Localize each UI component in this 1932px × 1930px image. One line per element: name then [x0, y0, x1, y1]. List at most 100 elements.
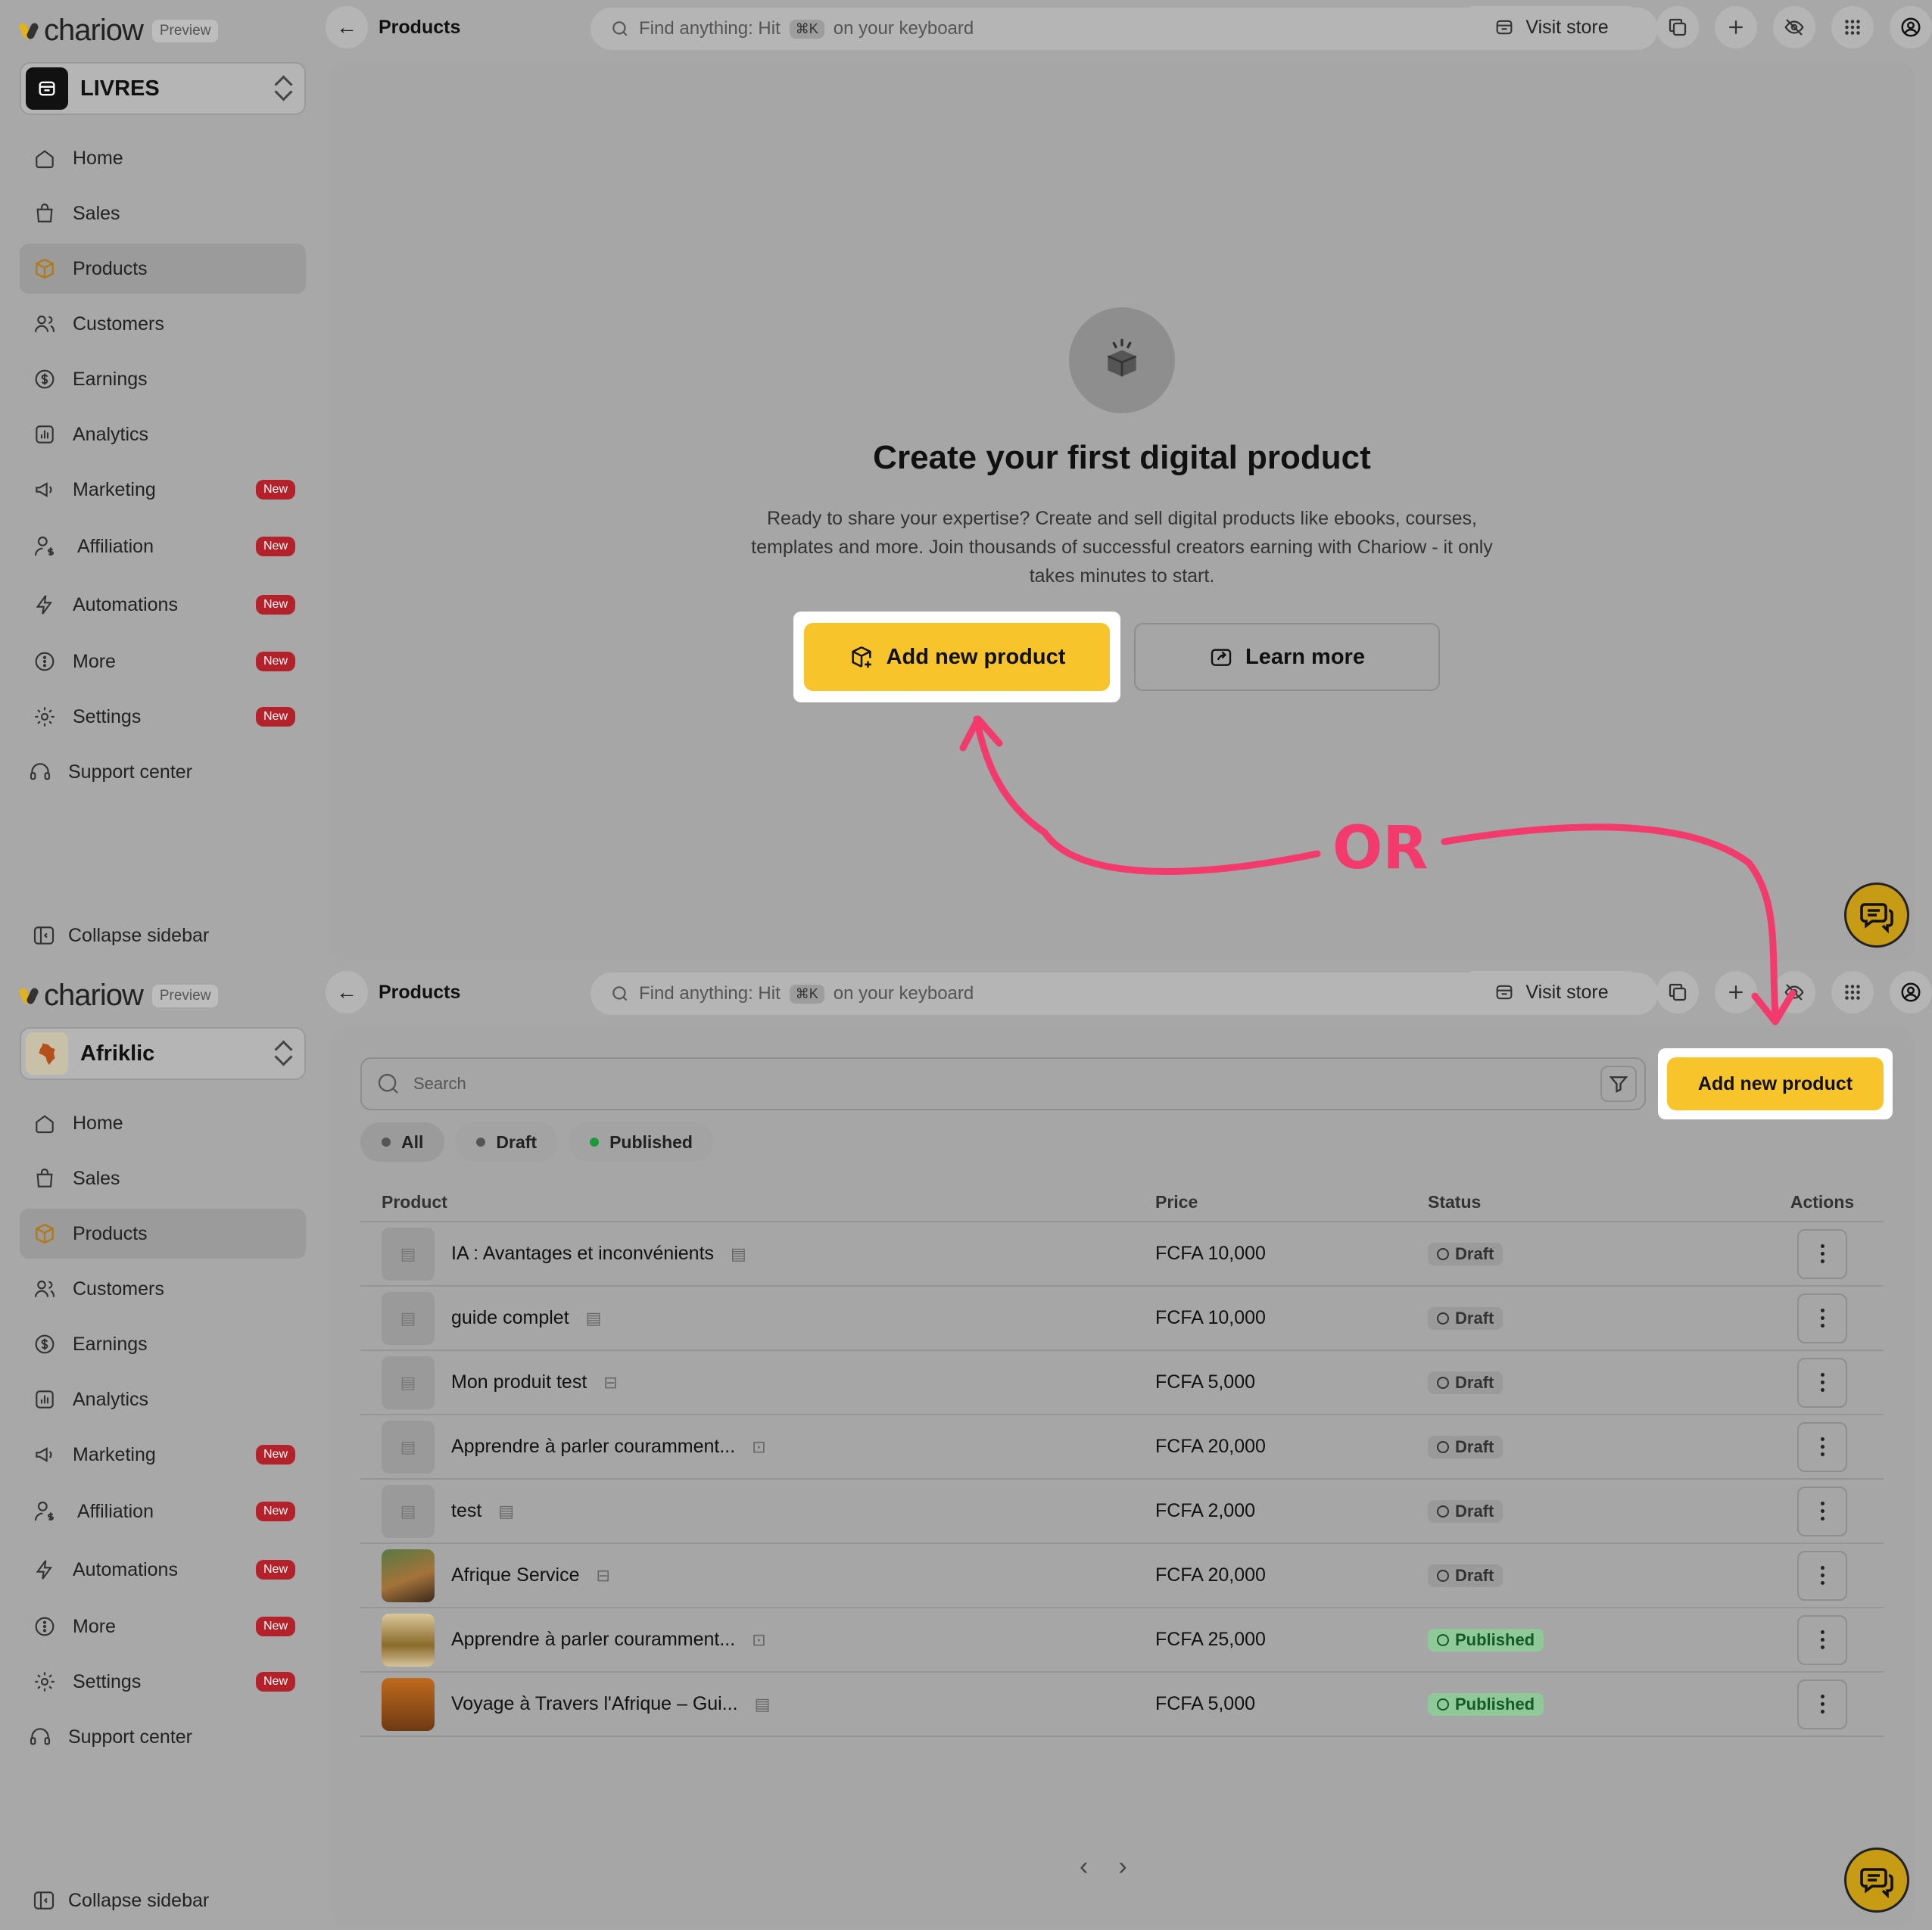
filter-all[interactable]: All [360, 1122, 445, 1162]
more-actions-button[interactable] [1797, 1293, 1847, 1343]
sidebar-item-settings[interactable]: Settings New [20, 692, 306, 742]
filter-button[interactable] [1600, 1066, 1637, 1102]
sidebar-item-home[interactable]: Home [20, 1098, 306, 1148]
sidebar-item-marketing[interactable]: Marketing New [20, 1430, 306, 1480]
more-actions-button[interactable] [1797, 1679, 1847, 1729]
sidebar-item-more[interactable]: More New [20, 1602, 306, 1651]
status-cell: Draft [1428, 1306, 1761, 1330]
home-icon [32, 145, 58, 171]
filter-published[interactable]: Published [569, 1122, 714, 1162]
status-badge: Published [1428, 1692, 1544, 1716]
store-switcher[interactable]: Afriklic [20, 1027, 306, 1080]
product-name[interactable]: Apprendre à parler couramment... [451, 1629, 735, 1651]
filter-label: Published [609, 1132, 693, 1152]
product-name[interactable]: Apprendre à parler couramment... [451, 1436, 735, 1458]
sidebar-item-sales[interactable]: Sales [20, 188, 306, 238]
next-page-icon[interactable]: › [1118, 1852, 1126, 1882]
product-name[interactable]: Voyage à Travers l'Afrique – Gui... [451, 1693, 738, 1715]
search-hint-suffix: on your keyboard [833, 983, 974, 1004]
product-name[interactable]: test [451, 1500, 481, 1522]
visit-store-button[interactable]: Visit store [1465, 6, 1638, 48]
back-button[interactable]: ← [326, 971, 368, 1013]
learn-more-button[interactable]: Learn more [1134, 623, 1440, 691]
sidebar-item-settings[interactable]: Settings New [20, 1657, 306, 1707]
prev-page-icon[interactable]: ‹ [1080, 1852, 1088, 1882]
account-button[interactable] [1890, 971, 1932, 1013]
user-circle-icon [1901, 17, 1921, 37]
table-row[interactable]: ▤ Mon produit test ⊟ FCFA 5,000 Draft [360, 1351, 1884, 1415]
sidebar-item-home[interactable]: Home [20, 133, 306, 183]
collapse-sidebar-button[interactable]: Collapse sidebar [32, 1888, 209, 1913]
sidebar-item-automations[interactable]: Automations New [20, 1543, 306, 1596]
sidebar-item-more[interactable]: More New [20, 637, 306, 686]
brand-logo[interactable]: chariow [20, 14, 144, 48]
product-name[interactable]: Afrique Service [451, 1564, 580, 1586]
hide-preview-button[interactable] [1773, 971, 1815, 1013]
sidebar-item-customers[interactable]: Customers [20, 1264, 306, 1314]
sidebar-item-automations[interactable]: Automations New [20, 578, 306, 631]
chat-button[interactable] [1844, 1848, 1909, 1913]
product-name[interactable]: IA : Avantages et inconvénients [451, 1243, 714, 1265]
table-row[interactable]: Afrique Service ⊟ FCFA 20,000 Draft [360, 1544, 1884, 1608]
sidebar-item-marketing[interactable]: Marketing New [20, 465, 306, 515]
back-button[interactable]: ← [326, 6, 368, 48]
product-name[interactable]: Mon produit test [451, 1371, 587, 1393]
table-row[interactable]: Voyage à Travers l'Afrique – Gui... ▤ FCFA… [360, 1673, 1884, 1737]
hide-preview-button[interactable] [1773, 6, 1815, 48]
add-new-product-button[interactable]: Add new product [804, 623, 1110, 691]
product-search-input[interactable]: Search [360, 1057, 1646, 1110]
product-cell: ▤ Apprendre à parler couramment... ⊡ [360, 1420, 1155, 1474]
copy-button[interactable] [1656, 6, 1699, 48]
sidebar-item-analytics[interactable]: Analytics [20, 1374, 306, 1424]
search-icon [612, 21, 628, 36]
more-actions-button[interactable] [1797, 1421, 1847, 1472]
chevron-updown-icon [273, 1040, 294, 1067]
more-actions-button[interactable] [1797, 1486, 1847, 1536]
circle-icon [1437, 1376, 1449, 1389]
table-row[interactable]: ▤ test ▤ FCFA 2,000 Draft [360, 1480, 1884, 1544]
actions-cell [1761, 1421, 1884, 1472]
table-row[interactable]: Apprendre à parler couramment... ⊡ FCFA 25… [360, 1608, 1884, 1673]
shortcut-key: ⌘K [789, 984, 824, 1004]
sidebar-item-sales[interactable]: Sales [20, 1153, 306, 1203]
apps-button[interactable] [1831, 971, 1874, 1013]
sidebar-item-earnings[interactable]: Earnings [20, 1319, 306, 1369]
brand: chariow Preview [20, 14, 219, 48]
sidebar-item-affiliation[interactable]: Affiliation New [20, 520, 306, 573]
sidebar-item-support[interactable]: Support center [20, 747, 306, 797]
more-actions-button[interactable] [1797, 1357, 1847, 1408]
product-cell: Afrique Service ⊟ [360, 1549, 1155, 1602]
sidebar-item-customers[interactable]: Customers [20, 299, 306, 349]
add-button[interactable] [1715, 6, 1757, 48]
add-new-product-button[interactable]: Add new product [1667, 1057, 1884, 1110]
add-button[interactable] [1715, 971, 1757, 1013]
sidebar-item-label: Analytics [73, 423, 149, 445]
collapse-sidebar-button[interactable]: Collapse sidebar [32, 923, 209, 948]
sidebar-item-products[interactable]: Products [20, 1209, 306, 1259]
sidebar-item-affiliation[interactable]: Affiliation New [20, 1485, 306, 1538]
account-button[interactable] [1890, 6, 1932, 48]
table-row[interactable]: ▤ guide complet ▤ FCFA 10,000 Draft [360, 1287, 1884, 1351]
product-name[interactable]: guide complet [451, 1307, 569, 1329]
more-actions-button[interactable] [1797, 1614, 1847, 1665]
sidebar-item-support[interactable]: Support center [20, 1712, 306, 1762]
visit-store-button[interactable]: Visit store [1465, 971, 1638, 1013]
brand-logo[interactable]: chariow [20, 979, 144, 1013]
product-price: FCFA 10,000 [1155, 1243, 1266, 1264]
sidebar-item-analytics[interactable]: Analytics [20, 409, 306, 459]
apps-button[interactable] [1831, 6, 1874, 48]
status-cell: Draft [1428, 1371, 1761, 1394]
visit-store-label: Visit store [1525, 981, 1609, 1003]
sidebar-item-products[interactable]: Products [20, 244, 306, 294]
sidebar-item-earnings[interactable]: Earnings [20, 354, 306, 404]
sidebar-item-label: Automations [73, 593, 178, 615]
product-thumbnail: ▤ [382, 1227, 435, 1281]
more-actions-button[interactable] [1797, 1550, 1847, 1601]
more-actions-button[interactable] [1797, 1228, 1847, 1279]
table-row[interactable]: ▤ IA : Avantages et inconvénients ▤ FCFA 10… [360, 1222, 1884, 1287]
chat-button[interactable] [1844, 883, 1909, 948]
store-switcher[interactable]: LIVRES [20, 62, 306, 115]
table-row[interactable]: ▤ Apprendre à parler couramment... ⊡ FCFA 2… [360, 1415, 1884, 1480]
copy-button[interactable] [1656, 971, 1699, 1013]
filter-draft[interactable]: Draft [455, 1122, 559, 1162]
